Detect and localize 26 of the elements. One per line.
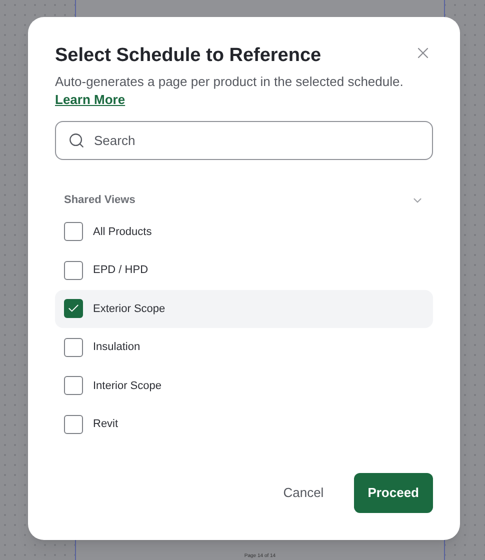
option-label: Interior Scope: [93, 378, 162, 394]
search-icon: [68, 132, 85, 149]
dialog-title: Select Schedule to Reference: [55, 44, 322, 68]
option-label: All Products: [93, 224, 152, 240]
option-row[interactable]: Exterior Scope: [55, 290, 433, 328]
dialog-description: Auto-generates a page per product in the selected schedule.: [55, 73, 404, 91]
checkbox[interactable]: [64, 376, 83, 396]
option-row[interactable]: EPD / HPD: [55, 251, 433, 290]
option-label: Revit: [93, 417, 118, 432]
checkbox[interactable]: [64, 222, 83, 242]
checkbox[interactable]: [64, 338, 83, 357]
option-row[interactable]: Insulation: [55, 328, 433, 366]
checkbox[interactable]: [64, 414, 83, 434]
group-label: Shared Views: [64, 193, 136, 208]
option-label: EPD / HPD: [93, 263, 148, 278]
option-row[interactable]: Revit: [55, 405, 433, 444]
checkbox[interactable]: [64, 299, 83, 318]
proceed-button[interactable]: Proceed: [354, 473, 433, 513]
option-row[interactable]: Interior Scope: [55, 366, 433, 405]
option-label: Exterior Scope: [93, 302, 166, 316]
option-label: Insulation: [93, 340, 140, 355]
cancel-button[interactable]: Cancel: [275, 473, 332, 513]
option-row[interactable]: All Products: [55, 212, 433, 251]
checkbox[interactable]: [64, 260, 83, 280]
learn-more-link[interactable]: Learn More: [55, 91, 126, 109]
search-field[interactable]: Search: [55, 121, 433, 160]
